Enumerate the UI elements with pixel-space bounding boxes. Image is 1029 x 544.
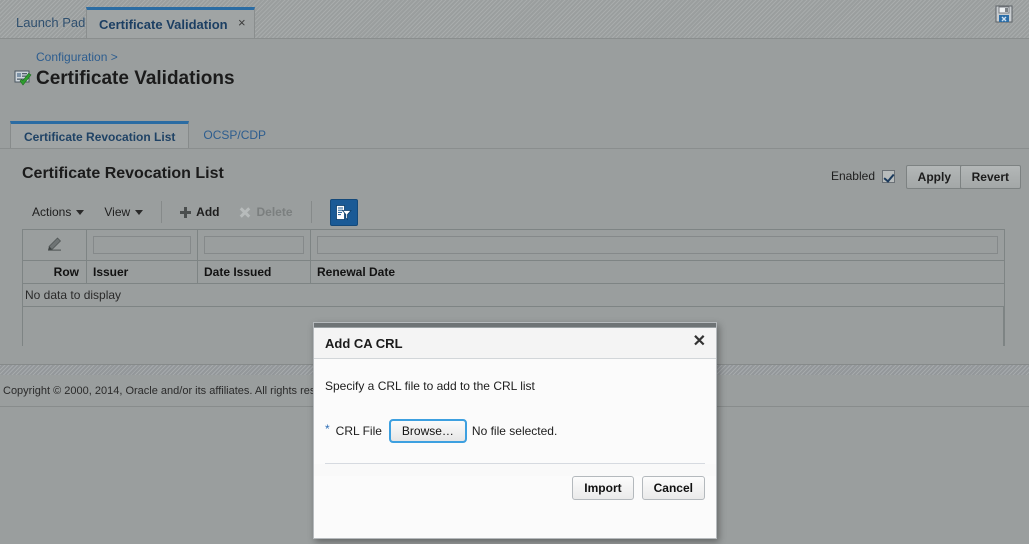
subtab-bar: Certificate Revocation List OCSP/CDP xyxy=(10,121,280,149)
table-empty-message: No data to display xyxy=(25,288,122,302)
page-header: Configuration > Certificate Validations xyxy=(0,39,1029,115)
crl-file-field-row: * CRL File Browse… No file selected. xyxy=(325,419,705,443)
dialog-bottom-padding xyxy=(314,514,716,538)
add-button[interactable]: Add xyxy=(170,199,229,225)
save-disk-icon[interactable] xyxy=(993,3,1015,25)
browser-tab-strip: Launch Pad Certificate Validation × xyxy=(0,0,1029,39)
actions-label: Actions xyxy=(32,205,72,219)
enabled-label: Enabled xyxy=(830,169,875,183)
dialog-footer: Import Cancel xyxy=(314,476,716,514)
panel-title: Certificate Revocation List xyxy=(22,165,224,182)
apply-button[interactable]: Apply xyxy=(905,165,963,189)
filter-cell-issuer xyxy=(87,230,198,260)
column-header-renewal-date[interactable]: Renewal Date xyxy=(311,261,1004,283)
dialog-title: Add CA CRL xyxy=(325,335,403,351)
filter-cell-edit xyxy=(23,230,87,260)
certificate-validated-icon xyxy=(14,69,32,90)
dialog-body: Specify a CRL file to add to the CRL lis… xyxy=(314,359,716,464)
table-toolbar: Actions View Add Delete xyxy=(22,197,358,227)
filter-input-renewal-date[interactable] xyxy=(317,236,998,254)
copyright-text: Copyright © 2000, 2014, Oracle and/or it… xyxy=(3,385,346,397)
close-icon[interactable]: ✕ xyxy=(693,334,706,350)
view-menu-button[interactable]: View xyxy=(94,199,153,225)
required-marker: * xyxy=(325,422,330,436)
column-header-row[interactable]: Row xyxy=(23,261,87,283)
tab-close-icon[interactable]: × xyxy=(238,16,246,29)
delete-label: Delete xyxy=(256,205,293,219)
tab-certificate-validation[interactable]: Certificate Validation × xyxy=(86,7,255,38)
tab-launch-pad[interactable]: Launch Pad xyxy=(4,7,97,38)
subtab-certificate-revocation-list[interactable]: Certificate Revocation List xyxy=(10,121,190,149)
tab-label: Certificate Validation xyxy=(99,16,228,32)
chevron-down-icon xyxy=(135,209,144,215)
column-header-issuer[interactable]: Issuer xyxy=(87,261,198,283)
toolbar-separator xyxy=(161,201,163,223)
breadcrumb[interactable]: Configuration > xyxy=(36,50,118,64)
delete-button: Delete xyxy=(229,199,302,225)
crl-file-label: CRL File xyxy=(335,424,382,438)
import-button[interactable]: Import xyxy=(572,476,634,500)
dialog-separator xyxy=(325,463,705,464)
chevron-down-icon xyxy=(76,209,85,215)
filter-input-date-issued[interactable] xyxy=(204,236,304,254)
enabled-toggle[interactable]: Enabled xyxy=(831,169,895,183)
subtab-label: Certificate Revocation List xyxy=(24,129,176,144)
cross-icon xyxy=(239,206,251,218)
add-ca-crl-dialog: Add CA CRL ✕ Specify a CRL file to add t… xyxy=(313,322,717,539)
filter-cell-date-issued xyxy=(198,230,311,260)
tab-label: Launch Pad xyxy=(16,15,86,30)
subtab-ocsp-cdp[interactable]: OCSP/CDP xyxy=(189,121,280,149)
filter-input-issuer[interactable] xyxy=(93,236,191,254)
revert-button[interactable]: Revert xyxy=(959,165,1021,189)
actions-menu-button[interactable]: Actions xyxy=(22,199,94,225)
plus-icon xyxy=(180,206,192,218)
file-selection-status: No file selected. xyxy=(471,424,558,438)
toolbar-separator xyxy=(310,201,312,223)
table-filter-row xyxy=(23,230,1004,261)
page-title-row: Certificate Validations xyxy=(14,68,235,90)
add-label: Add xyxy=(196,205,220,219)
page-title: Certificate Validations xyxy=(36,68,235,89)
query-by-example-filter-icon[interactable] xyxy=(329,198,358,226)
subtab-label: OCSP/CDP xyxy=(203,128,267,142)
enabled-checkbox[interactable] xyxy=(882,169,895,183)
column-header-date-issued[interactable]: Date Issued xyxy=(198,261,311,283)
dialog-title-bar: Add CA CRL ✕ xyxy=(314,328,716,359)
cancel-button[interactable]: Cancel xyxy=(641,476,705,500)
table-header-row: Row Issuer Date Issued Renewal Date xyxy=(23,261,1004,284)
edit-pencil-icon[interactable] xyxy=(47,237,63,254)
browse-button[interactable]: Browse… xyxy=(388,419,467,443)
view-label: View xyxy=(104,205,131,219)
filter-cell-renewal-date xyxy=(311,230,1004,260)
dialog-description: Specify a CRL file to add to the CRL lis… xyxy=(325,379,535,393)
